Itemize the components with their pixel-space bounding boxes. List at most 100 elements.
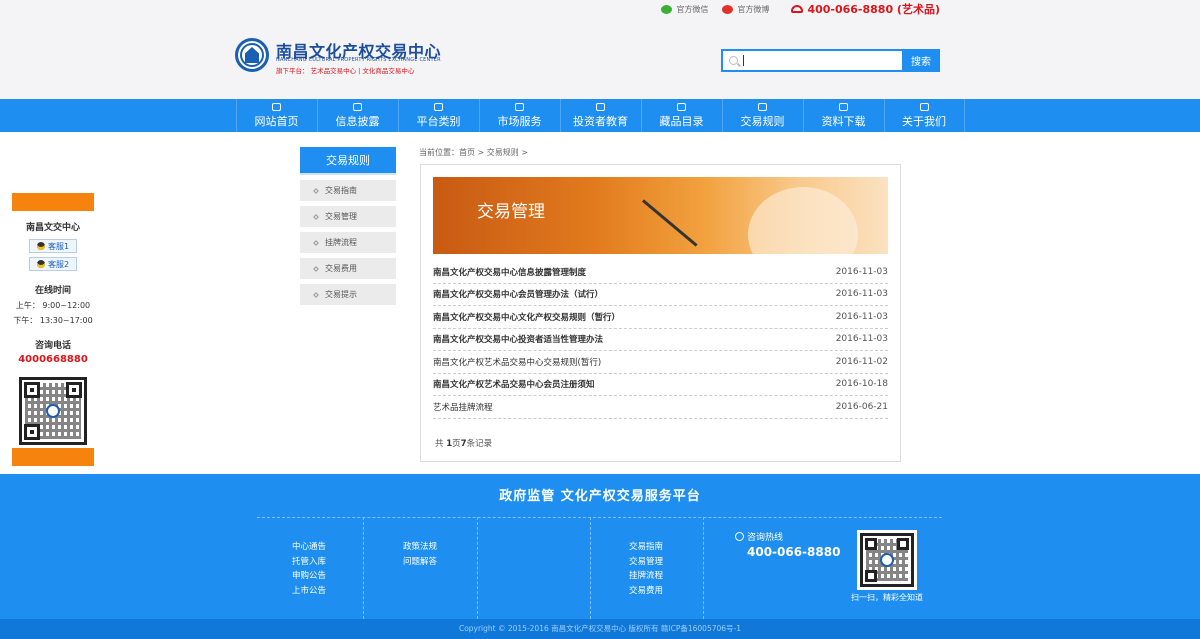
nav-item-about[interactable]: 关于我们: [883, 99, 965, 132]
footer-qr-code: [857, 530, 917, 590]
footer-divider: [363, 517, 364, 619]
category-item-listing[interactable]: 挂牌流程: [300, 232, 396, 253]
floating-service-panel: 南昌文交中心 客服1 客服2 在线时间 上午： 9:00~12:00 下午： 1…: [12, 193, 94, 466]
qq-service-1-button[interactable]: 客服1: [29, 239, 77, 253]
footer-link[interactable]: 交易费用: [629, 584, 663, 599]
category-title: 交易规则: [300, 147, 396, 175]
footer-divider: [257, 517, 942, 518]
article-title[interactable]: 南昌文化产权交易中心投资者适当性管理办法: [433, 333, 603, 345]
footer-divider: [590, 517, 591, 619]
footer-link[interactable]: 挂牌流程: [629, 569, 663, 584]
footer-link[interactable]: 交易管理: [629, 555, 663, 570]
search-button[interactable]: 搜索: [902, 49, 940, 72]
qr-logo: [46, 404, 60, 418]
article-title[interactable]: 艺术品挂牌流程: [433, 401, 493, 413]
copyright: Copyright © 2015-2016 南昌文化产权交易中心 版权所有 赣I…: [0, 619, 1200, 639]
online-time-pm: 下午： 13:30~17:00: [13, 316, 93, 325]
nav-item-rules[interactable]: 交易规则: [721, 99, 803, 132]
qr-finder: [865, 538, 877, 550]
user-icon: [919, 102, 929, 111]
text-caret: [743, 55, 744, 66]
category-menu: 交易规则 交易指南 交易管理 挂牌流程 交易费用 交易提示: [300, 147, 396, 305]
footer-link[interactable]: 问题解答: [403, 555, 437, 570]
qr-finder: [66, 382, 82, 398]
nav-item-platforms[interactable]: 平台类别: [397, 99, 479, 132]
footer-link[interactable]: 上市公告: [292, 584, 326, 599]
article-title[interactable]: 南昌文化产权交易中心信息披露管理制度: [433, 266, 586, 278]
qr-caption: 扫一扫，精彩全知道: [851, 593, 923, 602]
nav-item-disclosure[interactable]: 信息披露: [316, 99, 398, 132]
phone-icon: [735, 532, 744, 541]
footer-links-trading: 交易指南 交易管理 挂牌流程 交易费用: [629, 540, 663, 599]
category-item-management[interactable]: 交易管理: [300, 206, 396, 227]
category-item-guide[interactable]: 交易指南: [300, 180, 396, 201]
qq-icon: [36, 242, 45, 250]
article-title[interactable]: 南昌文化产权艺术品交易中心交易规则(暂行): [433, 356, 601, 368]
footer-link[interactable]: 申购公告: [292, 569, 326, 584]
nav-item-market[interactable]: 市场服务: [478, 99, 560, 132]
top-utility-bar: 官方微信 官方微博 400-066-8880 (艺术品): [647, 0, 1200, 18]
nav-item-catalog[interactable]: 藏品目录: [640, 99, 722, 132]
list-item[interactable]: 南昌文化产权艺术品交易中心交易规则(暂行) 2016-11-02: [433, 351, 888, 374]
article-title[interactable]: 南昌文化产权艺术品交易中心会员注册须知: [433, 378, 595, 390]
service-title: 南昌文交中心: [25, 223, 80, 233]
logo-emblem[interactable]: [235, 38, 269, 72]
list-item[interactable]: 南昌文化产权艺术品交易中心会员注册须知 2016-10-18: [433, 374, 888, 396]
qr-logo: [880, 553, 894, 567]
weibo-link[interactable]: 官方微博: [722, 4, 769, 15]
article-date: 2016-11-03: [835, 311, 888, 322]
article-list: 南昌文化产权交易中心信息披露管理制度 2016-11-03 南昌文化产权交易中心会…: [433, 261, 888, 419]
nav-item-education[interactable]: 投资者教育: [559, 99, 641, 132]
nav-item-home[interactable]: 网站首页: [235, 99, 317, 132]
diamond-icon: [313, 213, 319, 220]
document-icon: [434, 102, 443, 111]
cloud-download-icon: [839, 102, 848, 111]
article-panel: 交易管理 南昌文化产权交易中心信息披露管理制度 2016-11-03 南昌文化产权…: [420, 164, 901, 462]
phone-icon: [791, 5, 804, 13]
rules-icon: [758, 102, 767, 111]
footer-link[interactable]: 交易指南: [629, 540, 663, 555]
top-phone: 400-066-8880 (艺术品): [791, 1, 940, 17]
diamond-icon: [313, 239, 319, 246]
nav-item-downloads[interactable]: 资料下载: [802, 99, 884, 132]
consult-phone: 4000668880: [18, 354, 88, 365]
qr-code: [860, 533, 914, 587]
article-title[interactable]: 南昌文化产权交易中心会员管理办法（试行）: [433, 288, 603, 300]
footer-links-policy: 政策法规 问题解答: [403, 540, 437, 569]
list-item[interactable]: 南昌文化产权交易中心信息披露管理制度 2016-11-03: [433, 261, 888, 284]
qr-finder: [865, 570, 877, 582]
hotline-number: 400-066-8880: [747, 545, 841, 559]
list-item[interactable]: 南昌文化产权交易中心投资者适当性管理办法 2016-11-03: [433, 329, 888, 351]
breadcrumb[interactable]: 当前位置：首页 > 交易规则 >: [419, 147, 528, 158]
list-item[interactable]: 南昌文化产权交易中心会员管理办法（试行） 2016-11-03: [433, 284, 888, 306]
qr-finder: [24, 382, 40, 398]
list-item[interactable]: 南昌文化产权交易中心文化产权交易规则（暂行） 2016-11-03: [433, 306, 888, 329]
wechat-link[interactable]: 官方微信: [661, 4, 708, 15]
section-banner: 交易管理: [433, 177, 888, 254]
article-date: 2016-11-03: [835, 266, 888, 277]
footer-link[interactable]: 政策法规: [403, 540, 437, 555]
diamond-icon: [313, 291, 319, 298]
wechat-icon: [661, 4, 673, 14]
article-date: 2016-11-03: [835, 334, 888, 345]
qr-finder: [897, 538, 909, 550]
article-date: 2016-11-03: [835, 289, 888, 300]
category-item-tips[interactable]: 交易提示: [300, 284, 396, 305]
category-item-fees[interactable]: 交易费用: [300, 258, 396, 279]
banner-title: 交易管理: [477, 202, 545, 222]
list-item[interactable]: 艺术品挂牌流程 2016-06-21: [433, 396, 888, 419]
qr-code: [19, 377, 87, 445]
online-time-title: 在线时间: [34, 286, 71, 296]
search-input[interactable]: [721, 49, 902, 72]
article-title[interactable]: 南昌文化产权交易中心文化产权交易规则（暂行）: [433, 311, 620, 323]
info-icon: [353, 102, 362, 111]
list-icon: [677, 102, 686, 111]
qq-service-2-button[interactable]: 客服2: [29, 257, 77, 271]
book-icon: [596, 102, 605, 111]
footer-link[interactable]: 托管入库: [292, 555, 326, 570]
article-date: 2016-10-18: [835, 379, 888, 390]
online-time-am: 上午： 9:00~12:00: [15, 301, 91, 310]
footer-title: 政府监管 文化产权交易服务平台: [499, 489, 701, 504]
footer-link[interactable]: 中心通告: [292, 540, 326, 555]
search-bar: 搜索: [721, 49, 940, 72]
